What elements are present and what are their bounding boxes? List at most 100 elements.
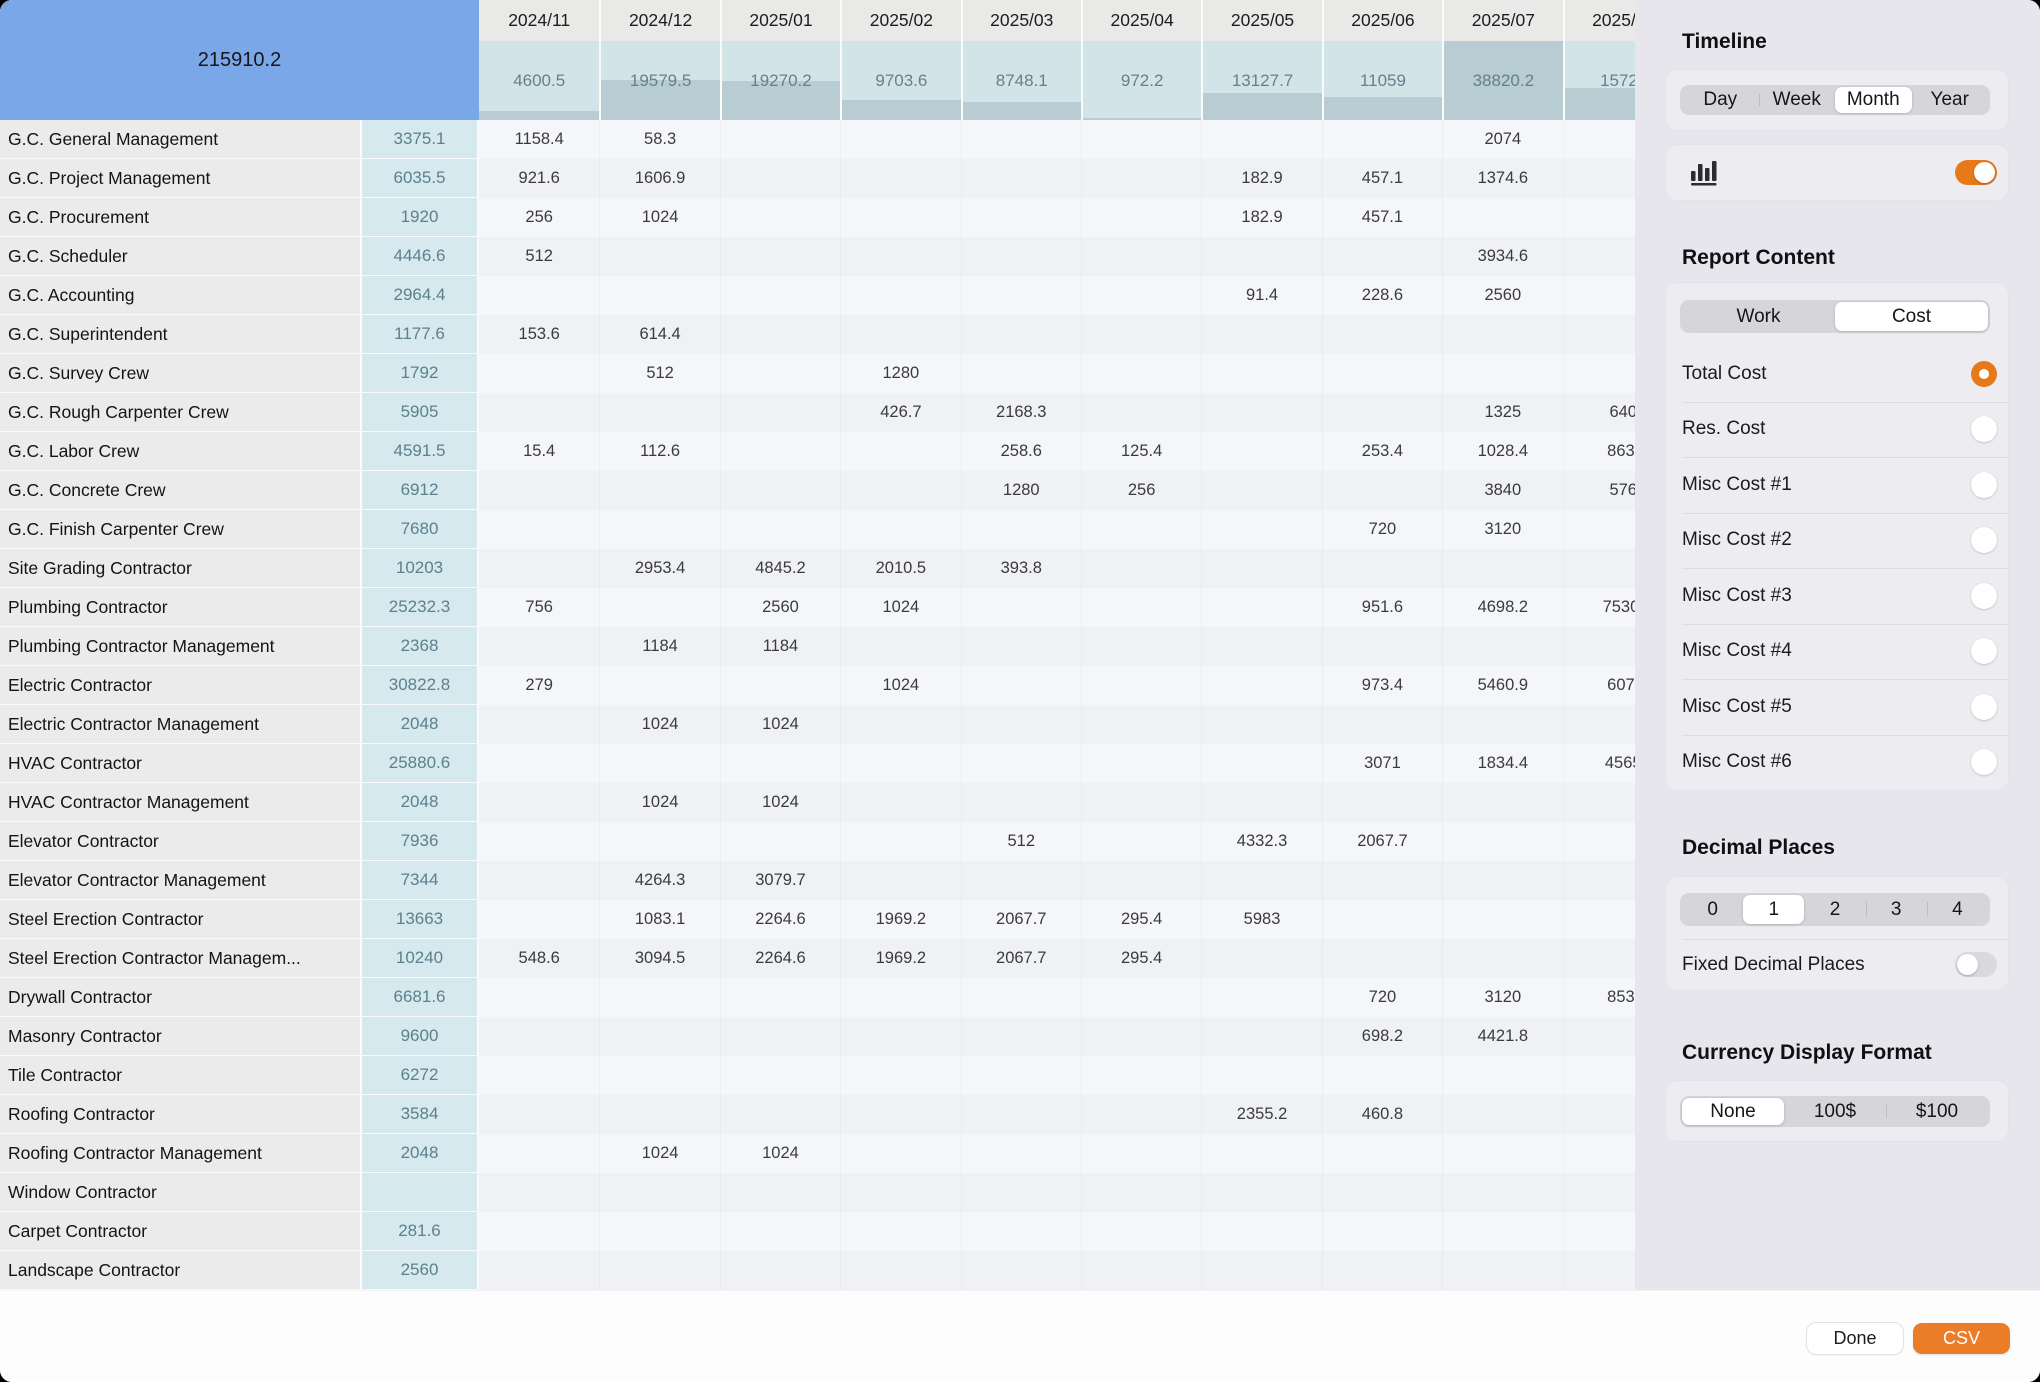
month-column-2025-03[interactable]: 2025/038748.1 xyxy=(961,0,1081,120)
metric-row-res-cost[interactable]: Res. Cost xyxy=(1666,402,2008,458)
metric-label: Misc Cost #6 xyxy=(1682,751,1792,773)
metric-row-misc-cost-1[interactable]: Misc Cost #1 xyxy=(1666,457,2008,513)
radio-misc-cost-5[interactable] xyxy=(1971,694,1997,720)
decimal-option-0[interactable]: 0 xyxy=(1682,895,1743,924)
data-cell xyxy=(840,744,960,783)
month-column-2025-02[interactable]: 2025/029703.6 xyxy=(840,0,960,120)
fixed-decimal-toggle[interactable] xyxy=(1955,952,1997,977)
row-total: 7936 xyxy=(360,822,479,861)
data-cell: 3079.7 xyxy=(720,861,840,900)
row-label: Masonry Contractor xyxy=(0,1017,360,1056)
done-button[interactable]: Done xyxy=(1807,1323,1903,1354)
data-cell: 3071 xyxy=(1322,744,1442,783)
month-column-2025-01[interactable]: 2025/0119270.2 xyxy=(720,0,840,120)
radio-misc-cost-1[interactable] xyxy=(1971,472,1997,498)
radio-res-cost[interactable] xyxy=(1971,416,1997,442)
row-label: Tile Contractor xyxy=(0,1056,360,1095)
report-mode-work[interactable]: Work xyxy=(1682,302,1835,331)
decimal-option-1[interactable]: 1 xyxy=(1743,895,1804,924)
grand-total-cell[interactable]: 215910.2 xyxy=(0,0,479,120)
timeline-option-week[interactable]: Week xyxy=(1759,87,1836,113)
data-cell xyxy=(840,1173,960,1212)
currency-option-100[interactable]: 100$ xyxy=(1784,1098,1886,1125)
metric-row-misc-cost-3[interactable]: Misc Cost #3 xyxy=(1666,568,2008,624)
radio-total-cost[interactable] xyxy=(1971,361,1997,387)
data-cell xyxy=(599,1212,719,1251)
data-cell xyxy=(840,1212,960,1251)
timeline-option-year[interactable]: Year xyxy=(1912,87,1989,113)
data-cell xyxy=(961,666,1081,705)
data-cell xyxy=(599,1251,719,1290)
table-row-hvac-contractor: HVAC Contractor25880.630711834.44565 xyxy=(0,744,1635,783)
data-cell: 279 xyxy=(479,666,599,705)
timeline-option-month[interactable]: Month xyxy=(1835,87,1912,113)
month-total-cell: 9703.6 xyxy=(842,41,960,120)
metric-row-misc-cost-6[interactable]: Misc Cost #6 xyxy=(1666,735,2008,791)
grand-total-value: 215910.2 xyxy=(198,49,281,72)
data-cell xyxy=(1442,705,1562,744)
radio-misc-cost-6[interactable] xyxy=(1971,749,1997,775)
data-cell xyxy=(961,198,1081,237)
row-total: 281.6 xyxy=(360,1212,479,1251)
data-cell xyxy=(479,1251,599,1290)
chart-toggle[interactable] xyxy=(1955,160,1997,185)
data-cell: 1024 xyxy=(720,783,840,822)
data-cell xyxy=(1322,549,1442,588)
data-cell xyxy=(1081,354,1201,393)
radio-misc-cost-3[interactable] xyxy=(1971,583,1997,609)
table-row-landscape-contractor: Landscape Contractor2560 xyxy=(0,1251,1635,1290)
decimal-option-3[interactable]: 3 xyxy=(1866,895,1927,924)
metric-label: Misc Cost #2 xyxy=(1682,529,1792,551)
currency-segmented-control: None100$$100 xyxy=(1680,1096,1990,1127)
data-cell: 720 xyxy=(1322,978,1442,1017)
table-row-g-c-survey-crew: G.C. Survey Crew17925121280 xyxy=(0,354,1635,393)
metric-row-misc-cost-5[interactable]: Misc Cost #5 xyxy=(1666,679,2008,735)
data-cell xyxy=(1442,939,1562,978)
row-total: 2964.4 xyxy=(360,276,479,315)
data-cell xyxy=(1201,861,1321,900)
data-cell xyxy=(599,1095,719,1134)
data-cell xyxy=(1322,315,1442,354)
data-cell: 125.4 xyxy=(1081,432,1201,471)
row-total: 9600 xyxy=(360,1017,479,1056)
data-cell xyxy=(720,393,840,432)
report-mode-cost[interactable]: Cost xyxy=(1835,302,1988,331)
month-column-2024-11[interactable]: 2024/114600.5 xyxy=(479,0,599,120)
csv-button[interactable]: CSV xyxy=(1913,1323,2010,1354)
data-cell: 512 xyxy=(599,354,719,393)
month-column-2024-12[interactable]: 2024/1219579.5 xyxy=(599,0,719,120)
month-column-2025-06[interactable]: 2025/0611059 xyxy=(1322,0,1442,120)
data-cell xyxy=(1081,666,1201,705)
data-cell: 973.4 xyxy=(1322,666,1442,705)
month-total-value: 19270.2 xyxy=(750,71,811,91)
radio-misc-cost-2[interactable] xyxy=(1971,527,1997,553)
currency-option-100[interactable]: $100 xyxy=(1886,1098,1988,1125)
cost-report-table[interactable]: 215910.2 2024/114600.52024/1219579.52025… xyxy=(0,0,1635,1290)
row-total: 6912 xyxy=(360,471,479,510)
month-column-2025-07[interactable]: 2025/0738820.2 xyxy=(1442,0,1562,120)
decimal-option-2[interactable]: 2 xyxy=(1804,895,1865,924)
metric-row-total-cost[interactable]: Total Cost xyxy=(1666,346,2008,402)
month-total-bar xyxy=(479,111,599,120)
metric-row-misc-cost-4[interactable]: Misc Cost #4 xyxy=(1666,624,2008,680)
decimal-option-4[interactable]: 4 xyxy=(1927,895,1988,924)
timeline-option-day[interactable]: Day xyxy=(1682,87,1759,113)
data-cell xyxy=(840,783,960,822)
data-cell xyxy=(1201,315,1321,354)
decimal-places-segmented-control: 01234 xyxy=(1680,893,1990,926)
currency-option-none[interactable]: None xyxy=(1682,1098,1784,1125)
month-column-2025-08[interactable]: 2025/0815727 xyxy=(1563,0,1635,120)
fixed-decimal-row[interactable]: Fixed Decimal Places xyxy=(1666,939,2008,990)
data-cell: 4332.3 xyxy=(1201,822,1321,861)
data-cell xyxy=(840,471,960,510)
month-column-2025-05[interactable]: 2025/0513127.7 xyxy=(1201,0,1321,120)
data-cell xyxy=(1563,1095,1635,1134)
data-cell xyxy=(599,978,719,1017)
metric-row-misc-cost-2[interactable]: Misc Cost #2 xyxy=(1666,513,2008,569)
month-column-2025-04[interactable]: 2025/04972.2 xyxy=(1081,0,1201,120)
data-cell: 15.4 xyxy=(479,432,599,471)
data-cell xyxy=(1081,1095,1201,1134)
radio-misc-cost-4[interactable] xyxy=(1971,638,1997,664)
row-label: HVAC Contractor Management xyxy=(0,783,360,822)
timeline-segmented-control: DayWeekMonthYear xyxy=(1680,85,1990,115)
